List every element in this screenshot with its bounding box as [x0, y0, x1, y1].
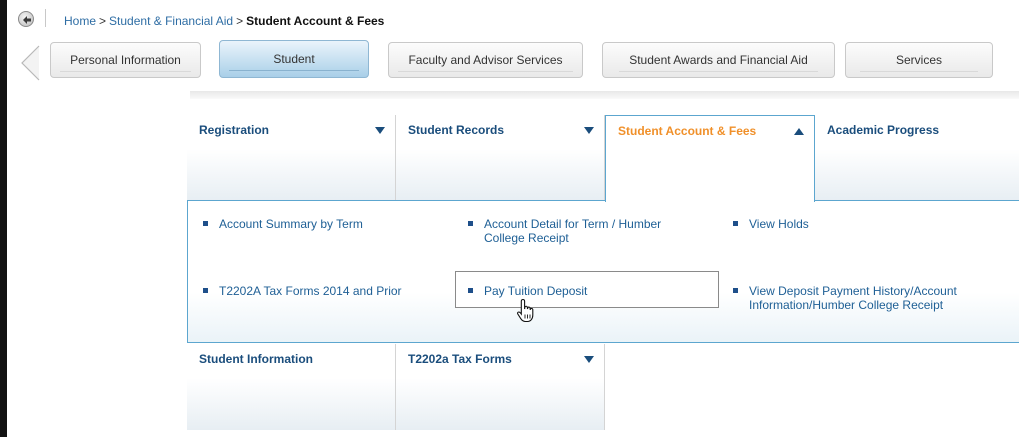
bullet-icon [733, 221, 738, 226]
menu-student-information[interactable]: Student Information [187, 344, 396, 430]
tab-label: Faculty and Advisor Services [398, 49, 573, 72]
link-label: Account Summary by Term [219, 217, 363, 231]
tab-student[interactable]: Student [219, 40, 369, 78]
main-tabs: Personal Information Student Faculty and… [7, 37, 1019, 85]
caret-down-icon [584, 356, 594, 363]
bullet-icon [468, 221, 473, 226]
link-pay-tuition-deposit[interactable]: Pay Tuition Deposit [455, 271, 719, 308]
tab-label: Student Awards and Financial Aid [619, 49, 818, 72]
tabs-shadow [190, 91, 1019, 99]
back-arrow-icon [23, 16, 31, 24]
breadcrumb-home-link[interactable]: Home [64, 14, 96, 28]
breadcrumb-bar: Home > Student & Financial Aid > Student Acc… [7, 0, 1019, 36]
tab-services[interactable]: Services [845, 42, 993, 78]
breadcrumb-separator: > [99, 14, 107, 28]
breadcrumb: Home > Student & Financial Aid > Student Acc… [64, 14, 384, 28]
caret-down-icon [375, 127, 385, 134]
menu-title: Student Information [199, 352, 313, 366]
hand-cursor-icon [517, 298, 534, 323]
link-label: Pay Tuition Deposit [484, 284, 588, 298]
caret-up-icon [794, 128, 804, 135]
back-button[interactable] [18, 11, 34, 27]
link-label: T2202A Tax Forms 2014 and Prior [219, 284, 402, 298]
link-label: View Deposit Payment History/Account Inf… [749, 284, 957, 312]
bullet-icon [203, 288, 208, 293]
tabs-scroll-left-icon[interactable] [19, 45, 41, 81]
link-account-detail-for-term[interactable]: Account Detail for Term / Humber College… [468, 217, 704, 245]
bullet-icon [733, 288, 738, 293]
student-account-fees-dropdown: Account Summary by Term Account Detail f… [187, 200, 1019, 343]
tab-label: Personal Information [60, 49, 191, 72]
caret-down-icon [584, 127, 594, 134]
menu-student-account-fees[interactable]: Student Account & Fees [605, 115, 815, 202]
breadcrumb-current: Student Account & Fees [246, 14, 385, 28]
tab-student-awards-and-financial-aid[interactable]: Student Awards and Financial Aid [602, 42, 835, 78]
menu-title: Student Records [408, 123, 505, 137]
menu-title: Academic Progress [827, 123, 940, 137]
link-label: Account Detail for Term / Humber College… [484, 217, 662, 245]
tab-label: Services [859, 49, 978, 72]
menu-title: Student Account & Fees [618, 124, 757, 138]
menu-registration[interactable]: Registration [187, 115, 396, 201]
menu-title: Registration [199, 123, 270, 137]
tab-label: Student [229, 48, 359, 71]
menu-t2202a-tax-forms[interactable]: T2202a Tax Forms [396, 344, 605, 430]
tab-personal-information[interactable]: Personal Information [50, 42, 201, 78]
bullet-icon [468, 288, 473, 293]
bullet-icon [203, 221, 208, 226]
window-left-border [0, 0, 7, 437]
breadcrumb-student-financial-aid-link[interactable]: Student & Financial Aid [109, 14, 233, 28]
breadcrumb-separator: > [236, 14, 244, 28]
link-view-deposit-payment-history[interactable]: View Deposit Payment History/Account Inf… [733, 284, 973, 312]
link-view-holds[interactable]: View Holds [733, 217, 933, 231]
menu-title: T2202a Tax Forms [408, 352, 512, 366]
link-account-summary-by-term[interactable]: Account Summary by Term [203, 217, 443, 231]
link-label: View Holds [749, 217, 809, 231]
menu-academic-progress[interactable]: Academic Progress [815, 115, 1019, 201]
link-t2202a-tax-forms-2014-and-prior[interactable]: T2202A Tax Forms 2014 and Prior [203, 284, 453, 298]
tab-faculty-and-advisor-services[interactable]: Faculty and Advisor Services [388, 42, 583, 78]
divider [45, 9, 46, 27]
menu-student-records[interactable]: Student Records [396, 115, 605, 201]
